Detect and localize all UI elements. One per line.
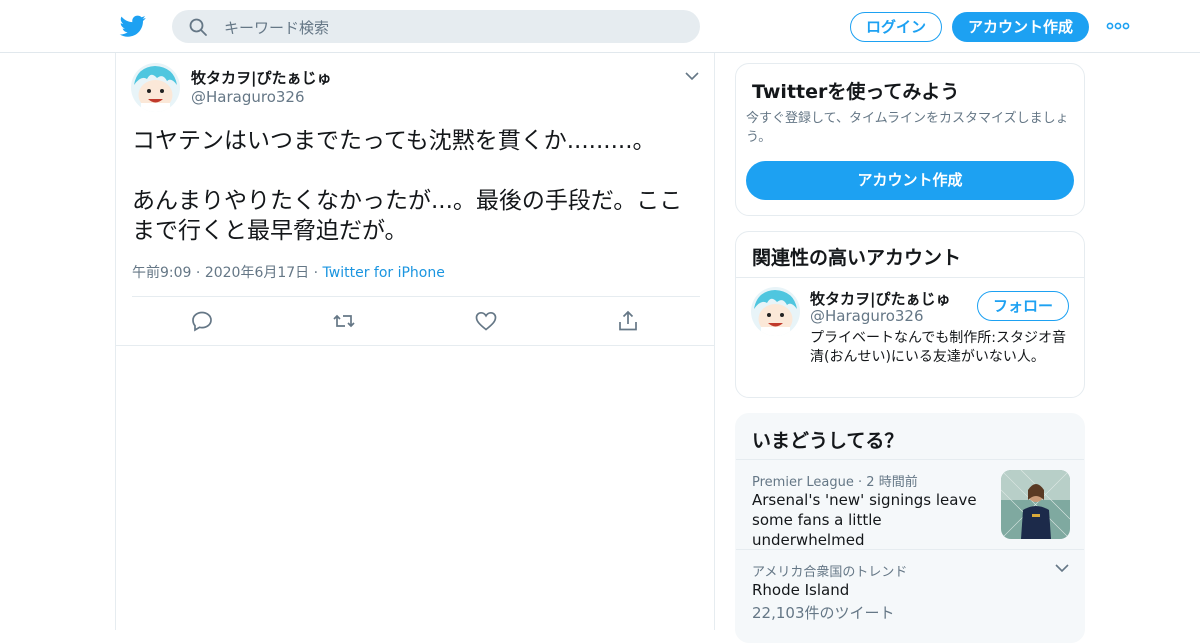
signup-cta-button[interactable]: アカウント作成 — [746, 161, 1074, 200]
login-button[interactable]: ログイン — [850, 12, 942, 42]
chevron-down-icon[interactable] — [684, 69, 700, 83]
card-title: Twitterを使ってみよう — [752, 81, 960, 103]
signup-card: Twitterを使ってみよう 今すぐ登録して、タイムラインをカスタマイズしましょ… — [735, 63, 1085, 216]
more-dots-icon[interactable] — [1106, 18, 1130, 34]
card-subtitle: 今すぐ登録して、タイムラインをカスタマイズしましょう。 — [746, 111, 1069, 145]
twitter-bird-icon[interactable] — [119, 13, 147, 39]
avatar[interactable] — [131, 63, 180, 112]
account-handle[interactable]: @Haraguro326 — [810, 307, 924, 325]
divider — [736, 549, 1084, 550]
account-bio: プライベートなんでも制作所:スタジオ音清(おんせい)にいる友達がいない人。 — [810, 330, 1067, 365]
tweet-date[interactable]: 2020年6月17日 — [205, 265, 309, 281]
card-title: いまどうしてる？ — [752, 430, 904, 452]
trend-thumbnail[interactable] — [1001, 470, 1070, 539]
card-title: 関連性の高いアカウント — [752, 247, 962, 269]
trend-headline[interactable]: Rhode Island — [752, 580, 849, 600]
search-icon — [189, 18, 207, 36]
retweet-icon[interactable] — [332, 309, 356, 333]
like-icon[interactable] — [474, 309, 498, 333]
meta-separator: · — [313, 265, 323, 281]
relevant-accounts-card: 関連性の高いアカウント 牧タカヲ|ぴたぁじゅ @Haraguro326 フォロー… — [735, 231, 1085, 398]
trends-card: いまどうしてる？ Premier League · 2 時間前 Arsenal'… — [735, 413, 1085, 643]
top-bar: キーワード検索 ログイン アカウント作成 — [0, 0, 1200, 53]
tweet-time[interactable]: 午前9:09 — [132, 265, 191, 281]
trend-category: Premier League · 2 時間前 — [752, 475, 918, 490]
tweet-author-name[interactable]: 牧タカヲ|ぴたぁじゅ — [191, 67, 331, 88]
tweet-column: 牧タカヲ|ぴたぁじゅ @Haraguro326 コヤテンはいつまでたっても沈黙を… — [115, 53, 715, 630]
avatar[interactable] — [751, 287, 800, 336]
tweet-meta: 午前9:09 · 2020年6月17日 · Twitter for iPhone — [132, 262, 445, 282]
reply-icon[interactable] — [190, 309, 214, 333]
meta-separator: · — [195, 265, 205, 281]
trend-category: アメリカ合衆国のトレンド — [752, 565, 908, 580]
follow-button[interactable]: フォロー — [977, 291, 1069, 321]
search-input[interactable]: キーワード検索 — [224, 17, 329, 38]
divider — [116, 345, 714, 346]
account-name[interactable]: 牧タカヲ|ぴたぁじゅ — [810, 288, 950, 309]
tweet-author-handle[interactable]: @Haraguro326 — [191, 88, 305, 106]
search-box[interactable]: キーワード検索 — [172, 10, 700, 43]
chevron-down-icon[interactable] — [1054, 562, 1070, 574]
trend-headline[interactable]: Arsenal's 'new' signings leave some fans… — [752, 490, 992, 550]
trend-tweet-count: 22,103件のツイート — [752, 604, 895, 622]
tweet-source[interactable]: Twitter for iPhone — [323, 265, 445, 281]
tweet-text: コヤテンはいつまでたっても沈黙を貫くか.........。 あんまりやりたくなか… — [132, 128, 683, 244]
signup-button[interactable]: アカウント作成 — [952, 12, 1089, 42]
divider — [736, 277, 1084, 278]
tweet-actions — [116, 297, 714, 345]
share-icon[interactable] — [616, 309, 640, 333]
divider — [736, 459, 1084, 460]
